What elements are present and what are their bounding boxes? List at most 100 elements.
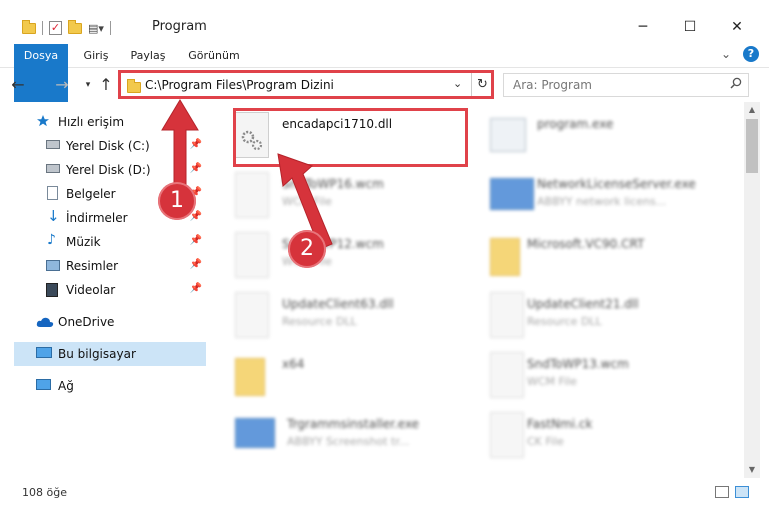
- ribbon-tabs: Dosya Giriş Paylaş Görünüm ⌄ ?: [0, 42, 769, 102]
- file-item[interactable]: FastNmi.ck CK File: [480, 406, 730, 464]
- sidebar-item-label: Ağ: [58, 379, 74, 393]
- file-name: FastNmi.ck: [527, 417, 593, 431]
- file-icon: [235, 232, 269, 278]
- search-placeholder[interactable]: Ara: Program: [513, 78, 592, 92]
- drive-icon: [46, 140, 60, 149]
- minimize-button[interactable]: ─: [620, 12, 666, 42]
- view-toggle: [715, 486, 749, 498]
- address-bar[interactable]: C:\Program Files\Program Dizini ⌄ ↻: [118, 70, 494, 99]
- documents-icon: [47, 186, 58, 200]
- sidebar-item-onedrive[interactable]: OneDrive: [14, 310, 206, 334]
- sidebar-item-videos[interactable]: Videolar 📌: [14, 278, 206, 302]
- file-type: CK File: [527, 435, 564, 448]
- sidebar-item-music[interactable]: ♪ Müzik 📌: [14, 230, 206, 254]
- file-name: program.exe: [537, 117, 614, 131]
- file-name: NetworkLicenseServer.exe: [537, 177, 696, 191]
- tab-view[interactable]: Görünüm: [184, 44, 244, 68]
- app-icon: [235, 418, 275, 448]
- file-name: Microsoft.VC90.CRT: [527, 237, 645, 251]
- vertical-scrollbar[interactable]: ▲ ▼: [744, 102, 760, 478]
- ribbon-controls: ⌄ ?: [721, 46, 759, 62]
- tab-home[interactable]: Giriş: [78, 44, 114, 68]
- step-badge-1: 1: [158, 182, 196, 220]
- file-type: ABBYY Screenshot tr...: [287, 435, 410, 448]
- file-item[interactable]: Trgrammsinstaller.exe ABBYY Screenshot t…: [225, 406, 475, 464]
- sidebar-item-this-pc[interactable]: Bu bilgisayar: [14, 342, 206, 366]
- file-item[interactable]: program.exe: [480, 106, 730, 164]
- scrollbar-thumb[interactable]: [746, 119, 758, 173]
- file-type: WCM File: [527, 375, 577, 388]
- customize-toolbar-icon[interactable]: ▤▾: [88, 22, 104, 35]
- folder-icon: [235, 358, 265, 396]
- file-name: UpdateClient21.dll: [527, 297, 639, 311]
- large-icons-view-icon[interactable]: [735, 486, 749, 498]
- scroll-up-icon[interactable]: ▲: [744, 102, 760, 118]
- file-item[interactable]: Microsoft.VC90.CRT: [480, 226, 730, 284]
- file-item[interactable]: SndToWP12.wcm WCM File: [225, 226, 475, 284]
- scroll-down-icon[interactable]: ▼: [744, 462, 760, 478]
- sidebar-item-label: Resimler: [66, 259, 119, 273]
- folder-icon: [22, 19, 36, 34]
- file-icon: [235, 172, 269, 218]
- pin-icon[interactable]: 📌: [190, 259, 202, 270]
- quick-access-toolbar: ✓ ▤▾: [22, 18, 111, 38]
- file-item[interactable]: UpdateClient21.dll Resource DLL: [480, 286, 730, 344]
- title-bar: ✓ ▤▾ Program ─ ☐ ✕: [0, 0, 769, 42]
- help-icon[interactable]: ?: [743, 46, 759, 62]
- sidebar-item-label: Yerel Disk (D:): [66, 163, 151, 177]
- network-icon: [36, 379, 51, 390]
- chevron-down-icon[interactable]: ⌄: [453, 77, 462, 90]
- file-icon: [490, 352, 524, 398]
- sidebar-item-label: Belgeler: [66, 187, 116, 201]
- sidebar-item-label: Hızlı erişim: [58, 115, 125, 129]
- sidebar-item-label: Videolar: [66, 283, 116, 297]
- computer-icon: [36, 347, 52, 358]
- chevron-down-icon[interactable]: ⌄: [721, 47, 731, 61]
- new-folder-icon[interactable]: [68, 19, 82, 34]
- file-item[interactable]: SndToWP16.wcm WCM File: [225, 166, 475, 224]
- properties-icon[interactable]: ✓: [49, 21, 62, 35]
- dll-gear-icon: [490, 292, 524, 338]
- cloud-icon: [36, 317, 54, 327]
- pin-icon[interactable]: 📌: [190, 283, 202, 294]
- file-item[interactable]: x64: [225, 346, 475, 404]
- sidebar-item-network[interactable]: Ağ: [14, 374, 206, 398]
- pictures-icon: [46, 260, 60, 271]
- forward-arrow-icon[interactable]: →: [52, 75, 72, 95]
- tab-share[interactable]: Paylaş: [124, 44, 172, 68]
- videos-icon: [46, 283, 58, 297]
- search-box[interactable]: Ara: Program: [503, 73, 749, 97]
- download-icon: ↓: [47, 207, 60, 225]
- recent-locations-icon[interactable]: ▾: [78, 75, 98, 95]
- dll-gear-icon: [235, 292, 269, 338]
- status-bar: 108 öğe: [0, 478, 769, 512]
- file-item[interactable]: UpdateClient63.dll Resource DLL: [225, 286, 475, 344]
- back-arrow-icon[interactable]: ←: [8, 75, 28, 95]
- address-path[interactable]: C:\Program Files\Program Dizini: [145, 78, 334, 92]
- file-item[interactable]: NetworkLicenseServer.exe ABBYY network l…: [480, 166, 730, 224]
- sidebar-item-pictures[interactable]: Resimler 📌: [14, 254, 206, 278]
- folder-icon: [490, 238, 520, 276]
- up-arrow-icon[interactable]: ↑: [96, 75, 116, 95]
- file-name: UpdateClient63.dll: [282, 297, 394, 311]
- music-icon: ♪: [47, 232, 56, 248]
- file-icon: [490, 412, 524, 458]
- sidebar-item-label: Bu bilgisayar: [58, 347, 136, 361]
- star-icon: [37, 115, 49, 127]
- file-item[interactable]: SndToWP13.wcm WCM File: [480, 346, 730, 404]
- app-icon: [490, 178, 534, 210]
- sidebar-item-label: İndirmeler: [66, 211, 128, 225]
- separator: [109, 21, 111, 35]
- close-button[interactable]: ✕: [714, 12, 760, 42]
- pin-icon[interactable]: 📌: [190, 235, 202, 246]
- file-type: Resource DLL: [527, 315, 602, 328]
- sidebar-item-label: Yerel Disk (C:): [66, 139, 150, 153]
- sidebar-item-label: Müzik: [66, 235, 101, 249]
- file-name: Trgrammsinstaller.exe: [287, 417, 420, 431]
- file-name: SndToWP13.wcm: [527, 357, 629, 371]
- refresh-icon[interactable]: ↻: [471, 73, 493, 96]
- exe-icon: [490, 118, 526, 152]
- maximize-button[interactable]: ☐: [667, 12, 713, 42]
- search-icon[interactable]: [730, 77, 742, 89]
- details-view-icon[interactable]: [715, 486, 729, 498]
